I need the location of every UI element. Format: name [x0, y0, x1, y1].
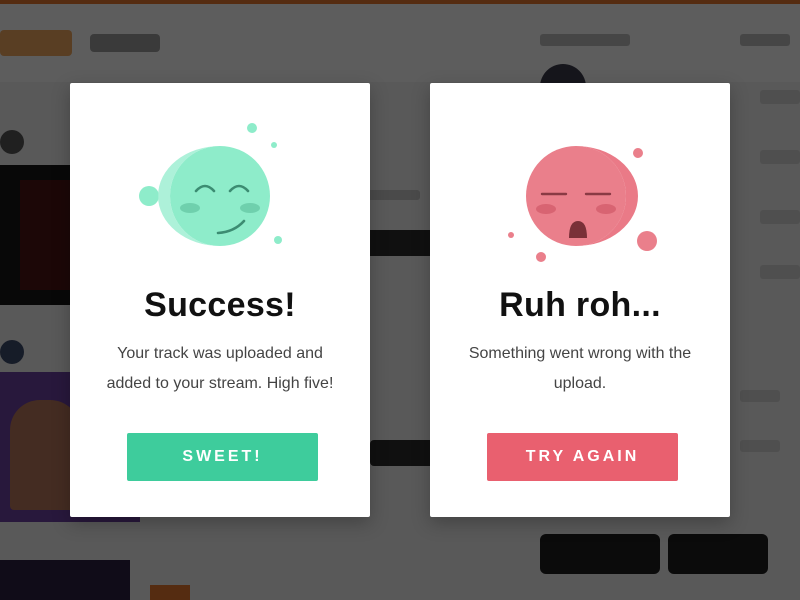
success-dialog: Success! Your track was uploaded and add… — [70, 83, 370, 517]
dialog-title: Ruh roh... — [499, 286, 661, 324]
dialog-message: Something went wrong with the upload. — [468, 345, 692, 392]
sad-face-icon — [430, 83, 730, 283]
dialog-title: Success! — [144, 286, 296, 324]
happy-face-icon — [70, 83, 370, 283]
dialog-message: Your track was uploaded and added to you… — [106, 345, 334, 392]
try-again-button[interactable]: TRY AGAIN — [487, 433, 678, 481]
sweet-button[interactable]: SWEET! — [127, 433, 318, 481]
error-dialog: Ruh roh... Something went wrong with the… — [430, 83, 730, 517]
